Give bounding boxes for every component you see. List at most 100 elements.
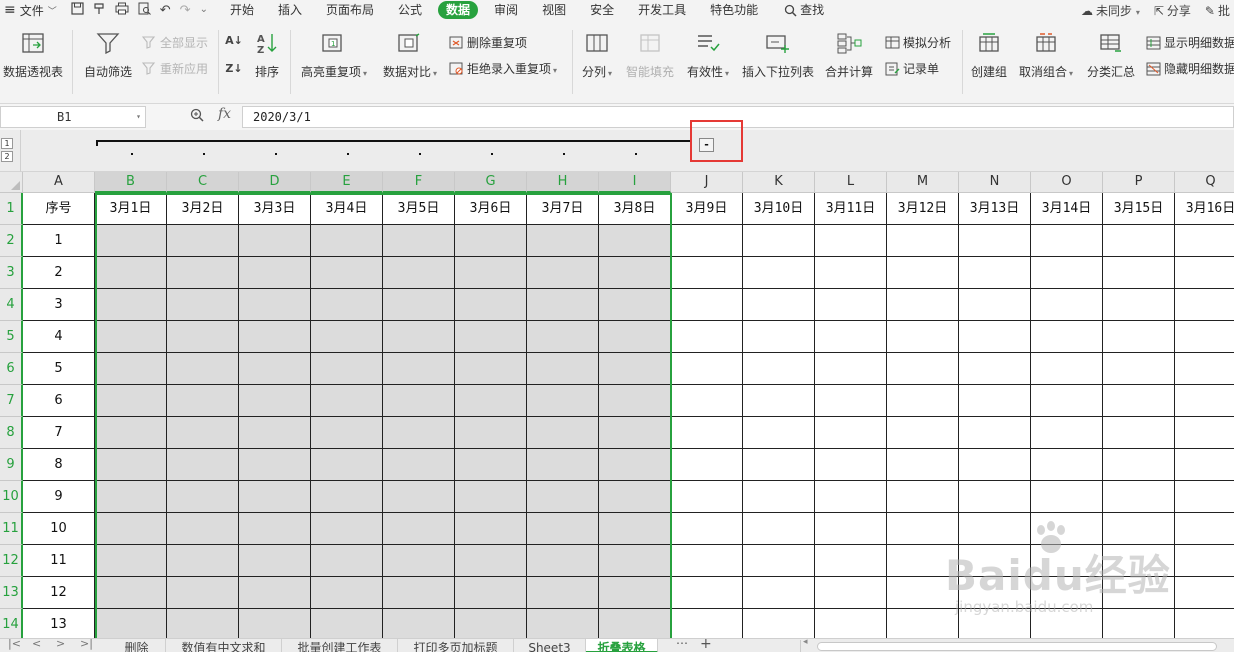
- sort-ascending-button[interactable]: A↓: [225, 32, 245, 48]
- cell-g12[interactable]: [455, 545, 527, 577]
- cell-k6[interactable]: [743, 353, 815, 385]
- create-group-button[interactable]: 创建组: [968, 20, 1010, 80]
- function-icon[interactable]: fx: [218, 106, 231, 122]
- column-header-l[interactable]: L: [815, 172, 887, 193]
- cell-q12[interactable]: [1175, 545, 1234, 577]
- cell-p9[interactable]: [1103, 449, 1175, 481]
- cell-f8[interactable]: [383, 417, 455, 449]
- cell-c7[interactable]: [167, 385, 239, 417]
- cell-o13[interactable]: [1031, 577, 1103, 609]
- cell-g10[interactable]: [455, 481, 527, 513]
- cell-f2[interactable]: [383, 225, 455, 257]
- column-header-e[interactable]: E: [311, 172, 383, 193]
- cell-a1[interactable]: 序号: [23, 193, 95, 225]
- cell-e6[interactable]: [311, 353, 383, 385]
- cell-k8[interactable]: [743, 417, 815, 449]
- cell-p1[interactable]: 3月15日: [1103, 193, 1175, 225]
- cell-a6[interactable]: 5: [23, 353, 95, 385]
- row-header-7[interactable]: 7: [0, 385, 23, 417]
- cell-f1[interactable]: 3月5日: [383, 193, 455, 225]
- cell-i2[interactable]: [599, 225, 671, 257]
- cell-a3[interactable]: 2: [23, 257, 95, 289]
- cell-i11[interactable]: [599, 513, 671, 545]
- cell-a10[interactable]: 9: [23, 481, 95, 513]
- cell-a13[interactable]: 12: [23, 577, 95, 609]
- cell-i6[interactable]: [599, 353, 671, 385]
- cell-h14[interactable]: [527, 609, 599, 638]
- cell-e14[interactable]: [311, 609, 383, 638]
- cell-k7[interactable]: [743, 385, 815, 417]
- cell-e3[interactable]: [311, 257, 383, 289]
- cell-e13[interactable]: [311, 577, 383, 609]
- column-header-b[interactable]: B: [95, 172, 167, 193]
- cell-l14[interactable]: [815, 609, 887, 638]
- scrollbar-thumb[interactable]: [817, 642, 1217, 651]
- cell-j11[interactable]: [671, 513, 743, 545]
- cell-i1[interactable]: 3月8日: [599, 193, 671, 225]
- cell-c4[interactable]: [167, 289, 239, 321]
- cell-a12[interactable]: 11: [23, 545, 95, 577]
- tab-security[interactable]: 安全: [578, 0, 626, 20]
- cell-j13[interactable]: [671, 577, 743, 609]
- cell-q2[interactable]: [1175, 225, 1234, 257]
- validity-button[interactable]: 有效性 ▾: [684, 20, 732, 80]
- cell-d6[interactable]: [239, 353, 311, 385]
- cell-h12[interactable]: [527, 545, 599, 577]
- chevron-down-icon[interactable]: ▾: [136, 107, 141, 127]
- cell-b1[interactable]: 3月1日: [95, 193, 167, 225]
- row-header-14[interactable]: 14: [0, 609, 23, 638]
- cell-k10[interactable]: [743, 481, 815, 513]
- cell-n2[interactable]: [959, 225, 1031, 257]
- cell-n11[interactable]: [959, 513, 1031, 545]
- cell-d10[interactable]: [239, 481, 311, 513]
- ungroup-button[interactable]: 取消组合 ▾: [1016, 20, 1076, 80]
- tab-review[interactable]: 审阅: [482, 0, 530, 20]
- column-header-o[interactable]: O: [1031, 172, 1103, 193]
- sync-button[interactable]: ☁ 未同步 ▾: [1081, 2, 1140, 19]
- cell-q11[interactable]: [1175, 513, 1234, 545]
- cell-k5[interactable]: [743, 321, 815, 353]
- cell-l4[interactable]: [815, 289, 887, 321]
- cell-o10[interactable]: [1031, 481, 1103, 513]
- cell-a11[interactable]: 10: [23, 513, 95, 545]
- autofilter-button[interactable]: 自动筛选: [82, 20, 134, 80]
- name-box[interactable]: B1 ▾: [0, 106, 146, 128]
- cell-n9[interactable]: [959, 449, 1031, 481]
- cell-g3[interactable]: [455, 257, 527, 289]
- row-header-1[interactable]: 1: [0, 193, 23, 225]
- cell-e12[interactable]: [311, 545, 383, 577]
- cell-n12[interactable]: [959, 545, 1031, 577]
- cell-c1[interactable]: 3月2日: [167, 193, 239, 225]
- row-header-2[interactable]: 2: [0, 225, 23, 257]
- cell-g8[interactable]: [455, 417, 527, 449]
- tab-page-layout[interactable]: 页面布局: [314, 0, 386, 20]
- file-menu[interactable]: ≡ 文件 ﹀: [0, 0, 63, 20]
- column-header-i[interactable]: I: [599, 172, 671, 193]
- reject-duplicates-button[interactable]: 拒绝录入重复项 ▾: [448, 60, 557, 77]
- cell-l5[interactable]: [815, 321, 887, 353]
- cell-j8[interactable]: [671, 417, 743, 449]
- cell-m1[interactable]: 3月12日: [887, 193, 959, 225]
- cell-b7[interactable]: [95, 385, 167, 417]
- row-header-12[interactable]: 12: [0, 545, 23, 577]
- cell-h4[interactable]: [527, 289, 599, 321]
- cell-q6[interactable]: [1175, 353, 1234, 385]
- cell-i3[interactable]: [599, 257, 671, 289]
- cell-l8[interactable]: [815, 417, 887, 449]
- cell-a5[interactable]: 4: [23, 321, 95, 353]
- search-button[interactable]: 查找: [770, 0, 836, 20]
- cell-b3[interactable]: [95, 257, 167, 289]
- cell-m5[interactable]: [887, 321, 959, 353]
- cell-b11[interactable]: [95, 513, 167, 545]
- chevron-down-icon[interactable]: ⌄: [200, 5, 208, 15]
- cell-a4[interactable]: 3: [23, 289, 95, 321]
- column-header-n[interactable]: N: [959, 172, 1031, 193]
- column-header-p[interactable]: P: [1103, 172, 1175, 193]
- cell-j2[interactable]: [671, 225, 743, 257]
- cell-l6[interactable]: [815, 353, 887, 385]
- cell-h7[interactable]: [527, 385, 599, 417]
- cell-m10[interactable]: [887, 481, 959, 513]
- cell-d3[interactable]: [239, 257, 311, 289]
- cell-p13[interactable]: [1103, 577, 1175, 609]
- cell-k2[interactable]: [743, 225, 815, 257]
